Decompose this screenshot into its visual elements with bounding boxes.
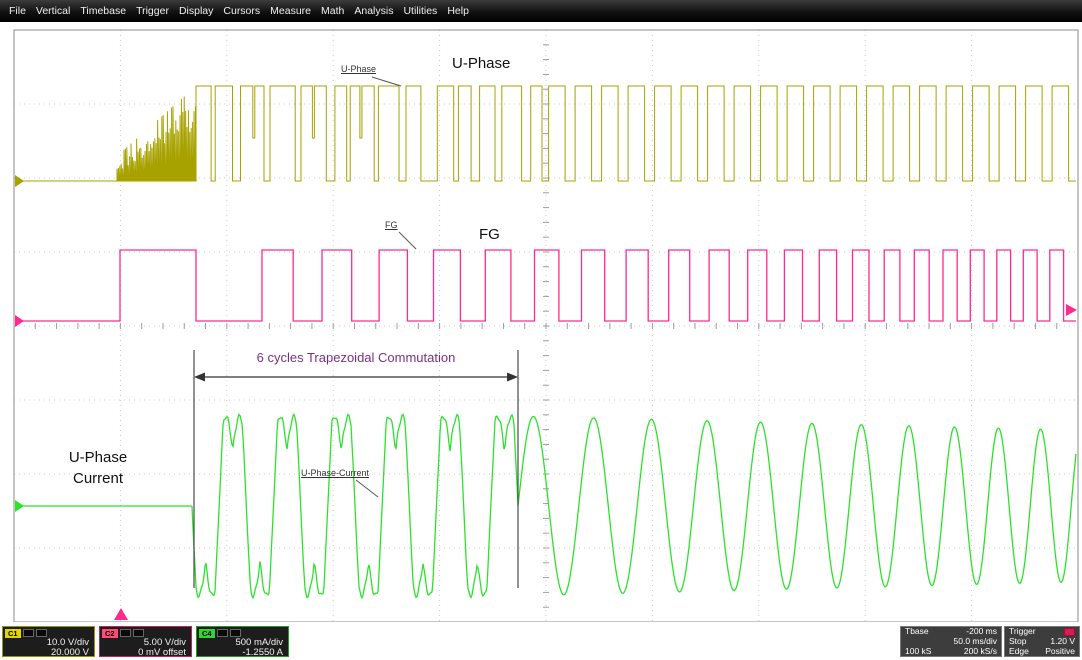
trigger-source-chip [1064, 628, 1075, 636]
timebase-label: Tbase [905, 627, 929, 636]
u-phase-label: U-Phase [452, 55, 510, 72]
bandwidth-icon [36, 629, 47, 637]
c4-trace-marker[interactable] [15, 500, 24, 512]
timebase-samples: 100 kS [905, 647, 931, 656]
u-phase-trace-callout: U-Phase [341, 64, 376, 74]
trigger-level-marker[interactable] [1066, 304, 1077, 316]
u-phase-current-trace-callout: U-Phase-Current [301, 468, 369, 478]
fg-label: FG [479, 226, 500, 243]
c1-trace-marker[interactable] [15, 175, 24, 187]
fg-trace-callout: FG [385, 220, 398, 230]
commutation-annotation [194, 77, 518, 588]
coupling-icon [23, 629, 34, 637]
c2-trace-marker[interactable] [15, 315, 24, 327]
bandwidth-icon [133, 629, 144, 637]
trigger-time-marker[interactable] [114, 608, 128, 620]
trigger-slope: Positive [1045, 647, 1075, 656]
u-phase-current-label: U-Phase Current [36, 447, 160, 489]
oscilloscope-screen: File Vertical Timebase Trigger Display C… [0, 0, 1082, 660]
c1-chip: C1 [5, 629, 21, 638]
timebase-descriptor[interactable]: Tbase -200 ms 50.0 ms/div 100 kS 200 kS/… [900, 626, 1002, 657]
waveform-display [0, 0, 1082, 660]
u-phase-current-label-line2: Current [36, 468, 160, 489]
timebase-rate: 200 kS/s [964, 647, 997, 656]
c4-chip: C4 [199, 629, 215, 638]
coupling-icon [120, 629, 131, 637]
coupling-icon [217, 629, 228, 637]
c1-descriptor-box[interactable]: C1 10.0 V/div 20.000 V [2, 626, 95, 657]
c1-offset-value: 20.000 V [3, 648, 94, 658]
status-bar: C1 10.0 V/div 20.000 V C2 5.00 V/div 0 m… [0, 622, 1082, 660]
c4-descriptor-box[interactable]: C4 500 mA/div -1.2550 A [196, 626, 289, 657]
c2-descriptor-box[interactable]: C2 5.00 V/div 0 mV offset [99, 626, 192, 657]
c2-chip: C2 [102, 629, 118, 638]
arrow-right-icon [507, 373, 518, 382]
c2-offset-value: 0 mV offset [100, 648, 191, 658]
c4-offset-value: -1.2550 A [197, 648, 288, 658]
u-phase-current-label-line1: U-Phase [36, 447, 160, 468]
arrow-left-icon [194, 373, 205, 382]
commutation-annotation-text: 6 cycles Trapezoidal Commutation [194, 350, 518, 365]
trigger-descriptor[interactable]: Trigger Stop 1.20 V Edge Positive [1004, 626, 1080, 657]
bandwidth-icon [230, 629, 241, 637]
trigger-type: Edge [1009, 647, 1029, 656]
